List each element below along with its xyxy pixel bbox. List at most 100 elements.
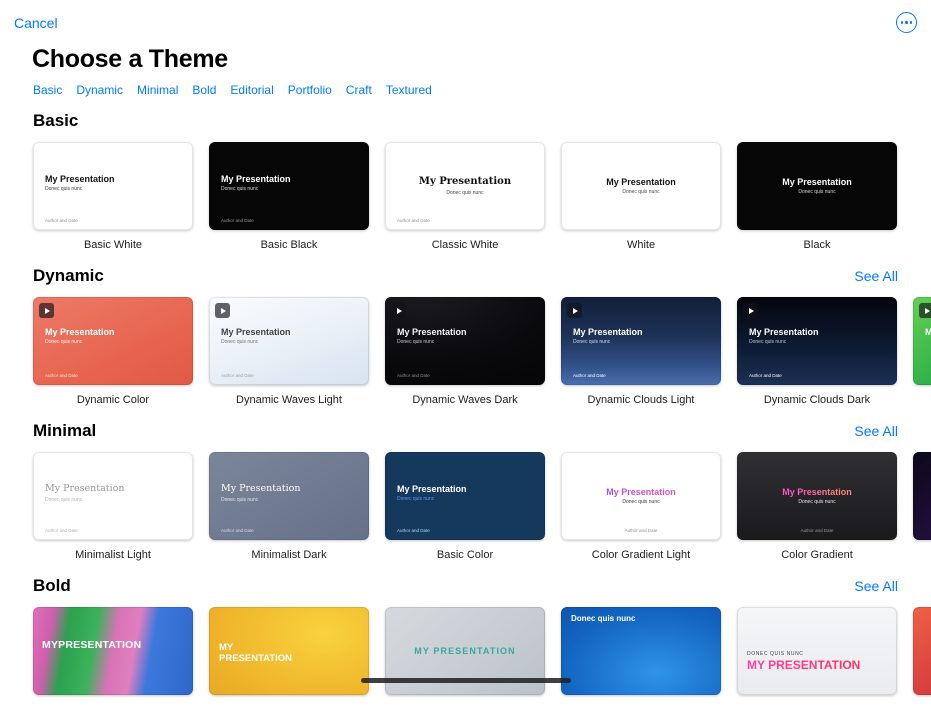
section-header: Dynamic See All [33,266,898,286]
preview-title: My Presentation [221,174,359,184]
theme-card-dynamic-color[interactable]: My Presentation Donec quis nunc Author and… [33,297,193,407]
section-title: Basic [33,111,78,131]
theme-card-classic-white[interactable]: My PresentationDonec quis nuncAuthor and… [385,142,545,252]
cancel-button[interactable]: Cancel [14,15,58,31]
theme-card-basic-color[interactable]: My PresentationDonec quis nuncAuthor and… [385,452,545,562]
more-options-button[interactable] [896,12,917,33]
preview-subtitle: DONEC QUIS NUNC [747,651,887,657]
slide-preview: My PresentationDonec quis nunc [221,484,359,503]
theme-card-dynamic-waves-light[interactable]: My PresentationDonec quis nuncAuthor and… [209,297,369,407]
theme-card[interactable]: My Presentation [913,297,931,407]
see-all-link[interactable]: See All [854,578,898,594]
preview-footer: Author and Date [573,373,606,378]
theme-card-white[interactable]: My PresentationDonec quis nuncWhite [561,142,721,252]
see-all-link[interactable]: See All [854,423,898,439]
theme-card-dynamic-clouds-dark[interactable]: My PresentationDonec quis nuncAuthor and… [737,297,897,407]
preview-title: MY PRESENTATION [219,643,279,664]
theme-thumbnail: My Presentation [913,297,931,385]
theme-thumbnail: My PresentationDonec quis nunc Author and… [209,452,369,540]
theme-thumbnail: Donec quis nunc [561,607,721,695]
theme-label: Dynamic Color [33,394,193,407]
nav-item-textured[interactable]: Textured [386,83,432,97]
nav-item-dynamic[interactable]: Dynamic [76,83,123,97]
theme-card-minimalist-light[interactable]: My PresentationDonec quis nuncAuthor and… [33,452,193,562]
preview-subtitle: Donec quis nunc [45,339,183,345]
preview-title: My Presentation [221,327,359,337]
preview-title: Donec quis nunc [571,614,711,623]
preview-title: My Presentation [606,177,676,187]
nav-item-bold[interactable]: Bold [192,83,216,97]
theme-thumbnail: MY PRESENTATION DONEC QUIS NUNC [737,607,897,695]
slide-preview: MY PRESENTATION DONEC QUIS NUNC [747,651,887,673]
theme-thumbnail: My PresentationDonec quis nuncAuthor and… [33,452,193,540]
slide-preview: My PresentationDonec quis nunc [397,484,535,502]
see-all-link[interactable]: See All [854,268,898,284]
sections: Basic My Presentation Donec quis nunc Autho… [0,111,931,717]
theme-card-black[interactable]: My PresentationDonec quis nuncBlack [737,142,897,252]
theme-card[interactable] [913,607,931,717]
preview-subtitle: Donec quis nunc [622,499,659,505]
theme-card-dynamic-waves-dark[interactable]: My PresentationDonec quis nuncAuthor and… [385,297,545,407]
theme-label [913,394,931,407]
nav-item-editorial[interactable]: Editorial [230,83,273,97]
theme-card[interactable]: MYPRESENTATION [33,607,193,717]
nav-item-portfolio[interactable]: Portfolio [288,83,332,97]
preview-title: MY PRESENTATION [747,659,887,673]
theme-thumbnail: My Presentation Donec quis nunc [561,142,721,230]
slide-preview: My PresentationDonec quis nunc [221,327,359,345]
theme-thumbnail: My PresentationDonec quis nuncAuthor and… [209,142,369,230]
theme-card[interactable]: MY PRESENTATION [209,607,369,717]
theme-card-basic-black[interactable]: My PresentationDonec quis nuncAuthor and… [209,142,369,252]
theme-row: MYPRESENTATIONMY PRESENTATIONMY PRESENTA… [33,607,931,717]
slide-preview: My Presentation Donec quis nunc [45,327,183,345]
slide-preview: My PresentationDonec quis nunc [737,452,897,540]
theme-label: Color Gradient Light [561,549,721,562]
preview-subtitle: Donec quis nunc [622,189,659,195]
theme-card[interactable]: Donec quis nunc [561,607,721,717]
theme-card-color-gradient-light[interactable]: My PresentationDonec quis nuncAuthor and… [561,452,721,562]
theme-row: My PresentationDonec quis nunc Author and… [33,452,931,562]
preview-title: My Presentation [782,177,852,187]
slide-preview: My PresentationDonec quis nunc [573,327,711,345]
section-bold: BoldSee AllMYPRESENTATIONMY PRESENTATION… [0,576,931,717]
theme-label: Basic Color [385,549,545,562]
theme-card-basic-white[interactable]: My PresentationDonec quis nuncAuthor and… [33,142,193,252]
slide-preview: Donec quis nunc [571,614,711,623]
preview-title: My Presentation [45,327,183,337]
theme-thumbnail: My PresentationDonec quis nuncAuthor and… [385,452,545,540]
nav-item-minimal[interactable]: Minimal [137,83,178,97]
theme-thumbnail [913,607,931,695]
theme-card-minimalist-dark[interactable]: My PresentationDonec quis nunc Author and… [209,452,369,562]
preview-title: My Presentation [397,327,535,337]
home-indicator[interactable] [361,678,571,683]
slide-preview: My Presentation [925,327,931,337]
preview-title: MYPRESENTATION [42,639,183,651]
theme-thumbnail: MYPRESENTATION [33,607,193,695]
section-title: Dynamic [33,266,104,286]
theme-card[interactable] [913,452,931,562]
theme-thumbnail: My PresentationDonec quis nuncAuthor and… [385,142,545,230]
theme-card-color-gradient[interactable]: My PresentationDonec quis nuncAuthor and… [737,452,897,562]
category-nav: Basic Dynamic Minimal Bold Editorial Portfoli… [33,83,931,97]
theme-card-dynamic-clouds-light[interactable]: My PresentationDonec quis nunc Author and… [561,297,721,407]
preview-subtitle: Donec quis nunc [221,186,359,192]
theme-card[interactable]: MY PRESENTATION [385,607,545,717]
theme-label [561,704,721,717]
preview-footer: Author and Date [45,373,78,378]
theme-label [33,704,193,717]
slide-preview: My PresentationDonec quis nunc [737,142,897,230]
theme-label: Basic White [33,239,193,252]
nav-item-basic[interactable]: Basic [33,83,62,97]
theme-thumbnail: My PresentationDonec quis nuncAuthor and… [737,297,897,385]
section-dynamic: Dynamic See All My Presentation Donec quis … [0,266,931,407]
play-badge-icon [743,303,758,318]
nav-item-craft[interactable]: Craft [346,83,372,97]
theme-card[interactable]: MY PRESENTATION DONEC QUIS NUNC [737,607,897,717]
theme-label [385,704,545,717]
preview-subtitle: Donec quis nunc [397,496,535,502]
preview-footer: Author and Date [45,218,78,223]
slide-preview: My Presentation Donec quis nunc [221,174,359,192]
preview-title: MY PRESENTATION [414,646,516,656]
theme-label: Minimalist Dark [209,549,369,562]
preview-footer: Author and Date [221,528,254,533]
